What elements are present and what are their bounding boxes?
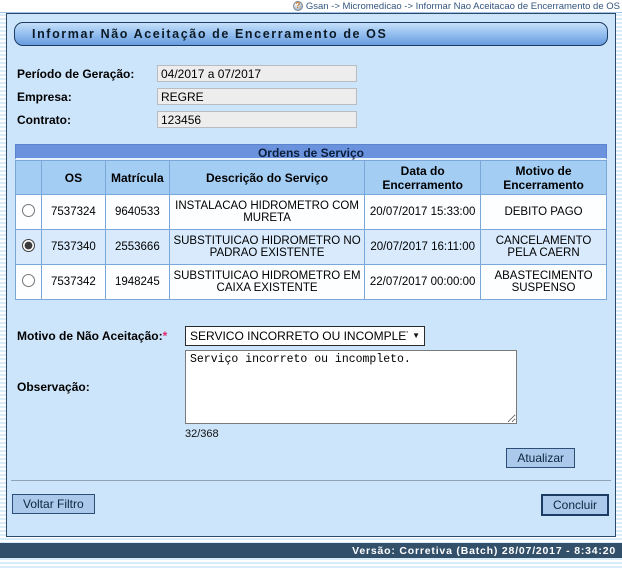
contrato-field[interactable] bbox=[157, 111, 357, 128]
empresa-row: Empresa: bbox=[7, 85, 615, 108]
atualizar-button[interactable]: Atualizar bbox=[506, 448, 575, 468]
divider bbox=[11, 480, 611, 481]
descricao-cell: SUBSTITUICAO HIDROMETRO NO PADRAO EXISTE… bbox=[169, 230, 364, 265]
motivo-encerramento-cell: DEBITO PAGO bbox=[481, 195, 607, 230]
empresa-label: Empresa: bbox=[17, 90, 157, 104]
contrato-row: Contrato: bbox=[7, 108, 615, 131]
table-row: 7537342 1948245 SUBSTITUICAO HIDROMETRO … bbox=[16, 265, 607, 300]
version-text: Versão: Corretiva (Batch) 28/07/2017 - 8… bbox=[352, 545, 616, 557]
version-footer: Versão: Corretiva (Batch) 28/07/2017 - 8… bbox=[0, 543, 622, 558]
os-table: OS Matrícula Descrição do Serviço Data d… bbox=[15, 160, 607, 300]
matricula-cell: 2553666 bbox=[105, 230, 169, 265]
contrato-label: Contrato: bbox=[17, 113, 157, 127]
header-motivo-encerramento: Motivo de Encerramento bbox=[481, 161, 607, 195]
os-radio-7537324[interactable] bbox=[22, 204, 35, 217]
row-radio-cell bbox=[16, 265, 42, 300]
empresa-field[interactable] bbox=[157, 88, 357, 105]
header-matricula: Matrícula bbox=[105, 161, 169, 195]
atualizar-row: Atualizar bbox=[7, 448, 615, 468]
descricao-cell: INSTALACAO HIDROMETRO COM MURETA bbox=[169, 195, 364, 230]
os-table-header-row: OS Matrícula Descrição do Serviço Data d… bbox=[16, 161, 607, 195]
observacao-row: Observação: Serviço incorreto ou incompl… bbox=[7, 350, 615, 424]
motivo-label-text: Motivo de Não Aceitação: bbox=[17, 329, 163, 343]
periodo-geracao-label: Período de Geração: bbox=[17, 67, 157, 81]
row-radio-cell bbox=[16, 195, 42, 230]
required-mark: * bbox=[163, 329, 168, 343]
header-radio bbox=[16, 161, 42, 195]
matricula-cell: 1948245 bbox=[105, 265, 169, 300]
data-encerramento-cell: 22/07/2017 00:00:00 bbox=[365, 265, 481, 300]
help-icon[interactable]: ? bbox=[293, 1, 303, 11]
os-cell: 7537324 bbox=[41, 195, 105, 230]
data-encerramento-cell: 20/07/2017 16:11:00 bbox=[365, 230, 481, 265]
concluir-button[interactable]: Concluir bbox=[541, 494, 609, 516]
char-counter: 32/368 bbox=[185, 428, 615, 440]
header-descricao: Descrição do Serviço bbox=[169, 161, 364, 195]
motivo-encerramento-cell: CANCELAMENTO PELA CAERN bbox=[481, 230, 607, 265]
data-encerramento-cell: 20/07/2017 15:33:00 bbox=[365, 195, 481, 230]
table-row: 7537324 9640533 INSTALACAO HIDROMETRO CO… bbox=[16, 195, 607, 230]
breadcrumb-text[interactable]: Gsan -> Micromedicao -> Informar Nao Ace… bbox=[306, 1, 620, 12]
observacao-textarea[interactable]: Serviço incorreto ou incompleto. bbox=[185, 350, 517, 424]
header-os: OS bbox=[41, 161, 105, 195]
os-table-title: Ordens de Serviço bbox=[15, 144, 607, 160]
motivo-encerramento-cell: ABASTECIMENTO SUSPENSO bbox=[481, 265, 607, 300]
bottom-button-row: Voltar Filtro Concluir bbox=[7, 494, 615, 516]
breadcrumb: ? Gsan -> Micromedicao -> Informar Nao A… bbox=[0, 0, 622, 13]
motivo-select-wrap: SERVICO INCORRETO OU INCOMPLETO ▼ bbox=[185, 326, 425, 346]
motivo-nao-aceitacao-label: Motivo de Não Aceitação:* bbox=[17, 329, 185, 343]
header-data-encerramento: Data do Encerramento bbox=[365, 161, 481, 195]
os-radio-7537342[interactable] bbox=[22, 274, 35, 287]
descricao-cell: SUBSTITUICAO HIDROMETRO EM CAIXA EXISTEN… bbox=[169, 265, 364, 300]
generation-info-form: Período de Geração: Empresa: Contrato: bbox=[7, 62, 615, 131]
voltar-filtro-button[interactable]: Voltar Filtro bbox=[12, 494, 95, 514]
os-cell: 7537342 bbox=[41, 265, 105, 300]
table-row: 7537340 2553666 SUBSTITUICAO HIDROMETRO … bbox=[16, 230, 607, 265]
page-title: Informar Não Aceitação de Encerramento d… bbox=[14, 22, 608, 46]
main-panel: Informar Não Aceitação de Encerramento d… bbox=[6, 13, 616, 537]
os-cell: 7537340 bbox=[41, 230, 105, 265]
periodo-geracao-row: Período de Geração: bbox=[7, 62, 615, 85]
observacao-label: Observação: bbox=[17, 380, 185, 394]
periodo-geracao-field[interactable] bbox=[157, 65, 357, 82]
os-radio-7537340[interactable] bbox=[22, 239, 35, 252]
matricula-cell: 9640533 bbox=[105, 195, 169, 230]
motivo-nao-aceitacao-row: Motivo de Não Aceitação:* SERVICO INCORR… bbox=[7, 326, 615, 346]
motivo-nao-aceitacao-select[interactable]: SERVICO INCORRETO OU INCOMPLETO bbox=[185, 326, 425, 346]
row-radio-cell bbox=[16, 230, 42, 265]
